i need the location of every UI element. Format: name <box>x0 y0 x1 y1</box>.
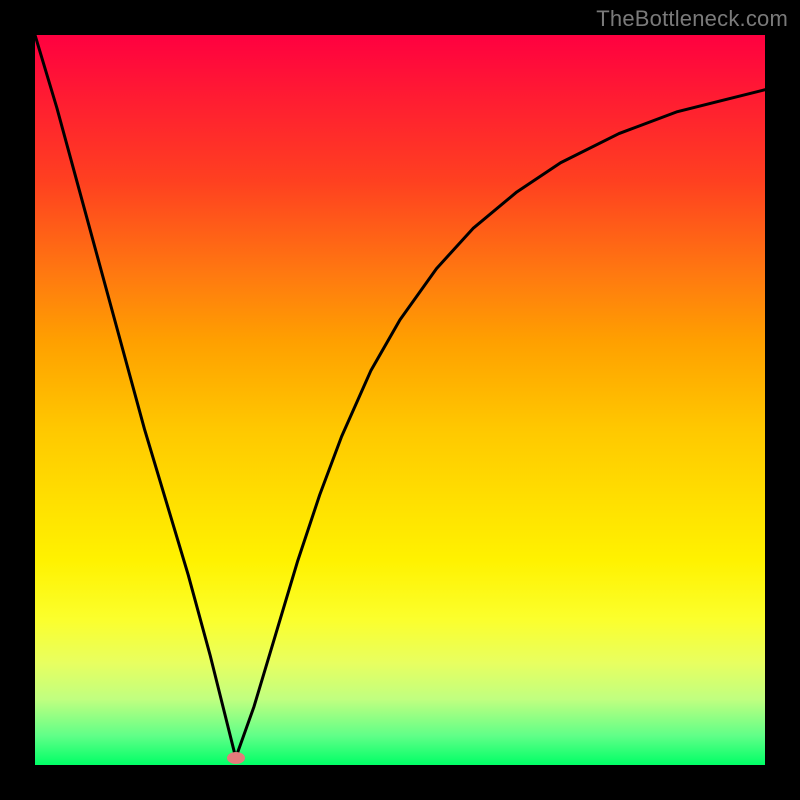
optimal-point-marker <box>227 752 245 764</box>
bottleneck-curve-path <box>35 35 765 758</box>
watermark-text: TheBottleneck.com <box>596 6 788 32</box>
chart-frame: TheBottleneck.com <box>0 0 800 800</box>
curve-svg <box>35 35 765 765</box>
plot-area <box>35 35 765 765</box>
